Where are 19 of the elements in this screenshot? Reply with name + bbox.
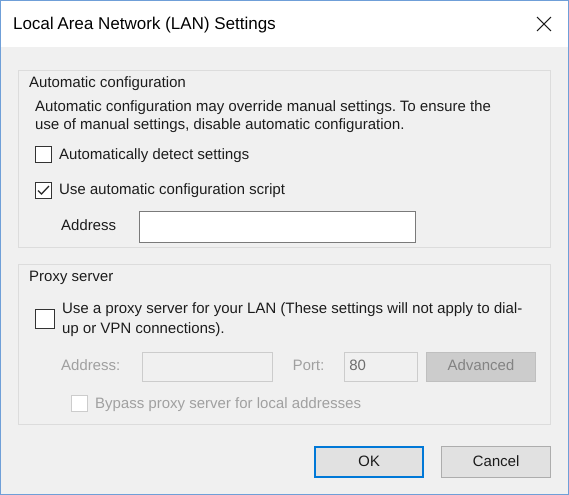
close-icon <box>536 16 552 32</box>
description-text: Automatic configuration may override manual settings. To ensure the use of manual settings, disable automatic configuration. <box>34 96 492 134</box>
dialog-button[interactable]: Cancel <box>441 446 551 478</box>
dialog-button[interactable]: OK <box>314 446 424 478</box>
field-label: Port: <box>292 356 326 376</box>
checkbox-label: Automatically detect settings <box>59 144 250 164</box>
text-field[interactable] <box>139 210 416 242</box>
checkbox[interactable] <box>35 146 52 164</box>
field-label: Address: <box>61 356 122 376</box>
group-title: Automatic configuration <box>29 73 187 93</box>
checkbox-label: Bypass proxy server for local addresses <box>95 394 361 414</box>
window-title: Local Area Network (LAN) Settings <box>13 13 276 36</box>
checkbox-label: Use a proxy server for your LAN (These settings will not apply to dial-up or VPN connections). <box>62 298 524 338</box>
checkmark-icon <box>37 184 50 196</box>
group-title: Proxy server <box>29 267 114 287</box>
checkbox[interactable] <box>35 308 55 328</box>
field-label: Address <box>61 216 116 236</box>
checkbox-label: Use automatic configuration script <box>59 180 285 200</box>
checkbox[interactable] <box>35 182 52 199</box>
